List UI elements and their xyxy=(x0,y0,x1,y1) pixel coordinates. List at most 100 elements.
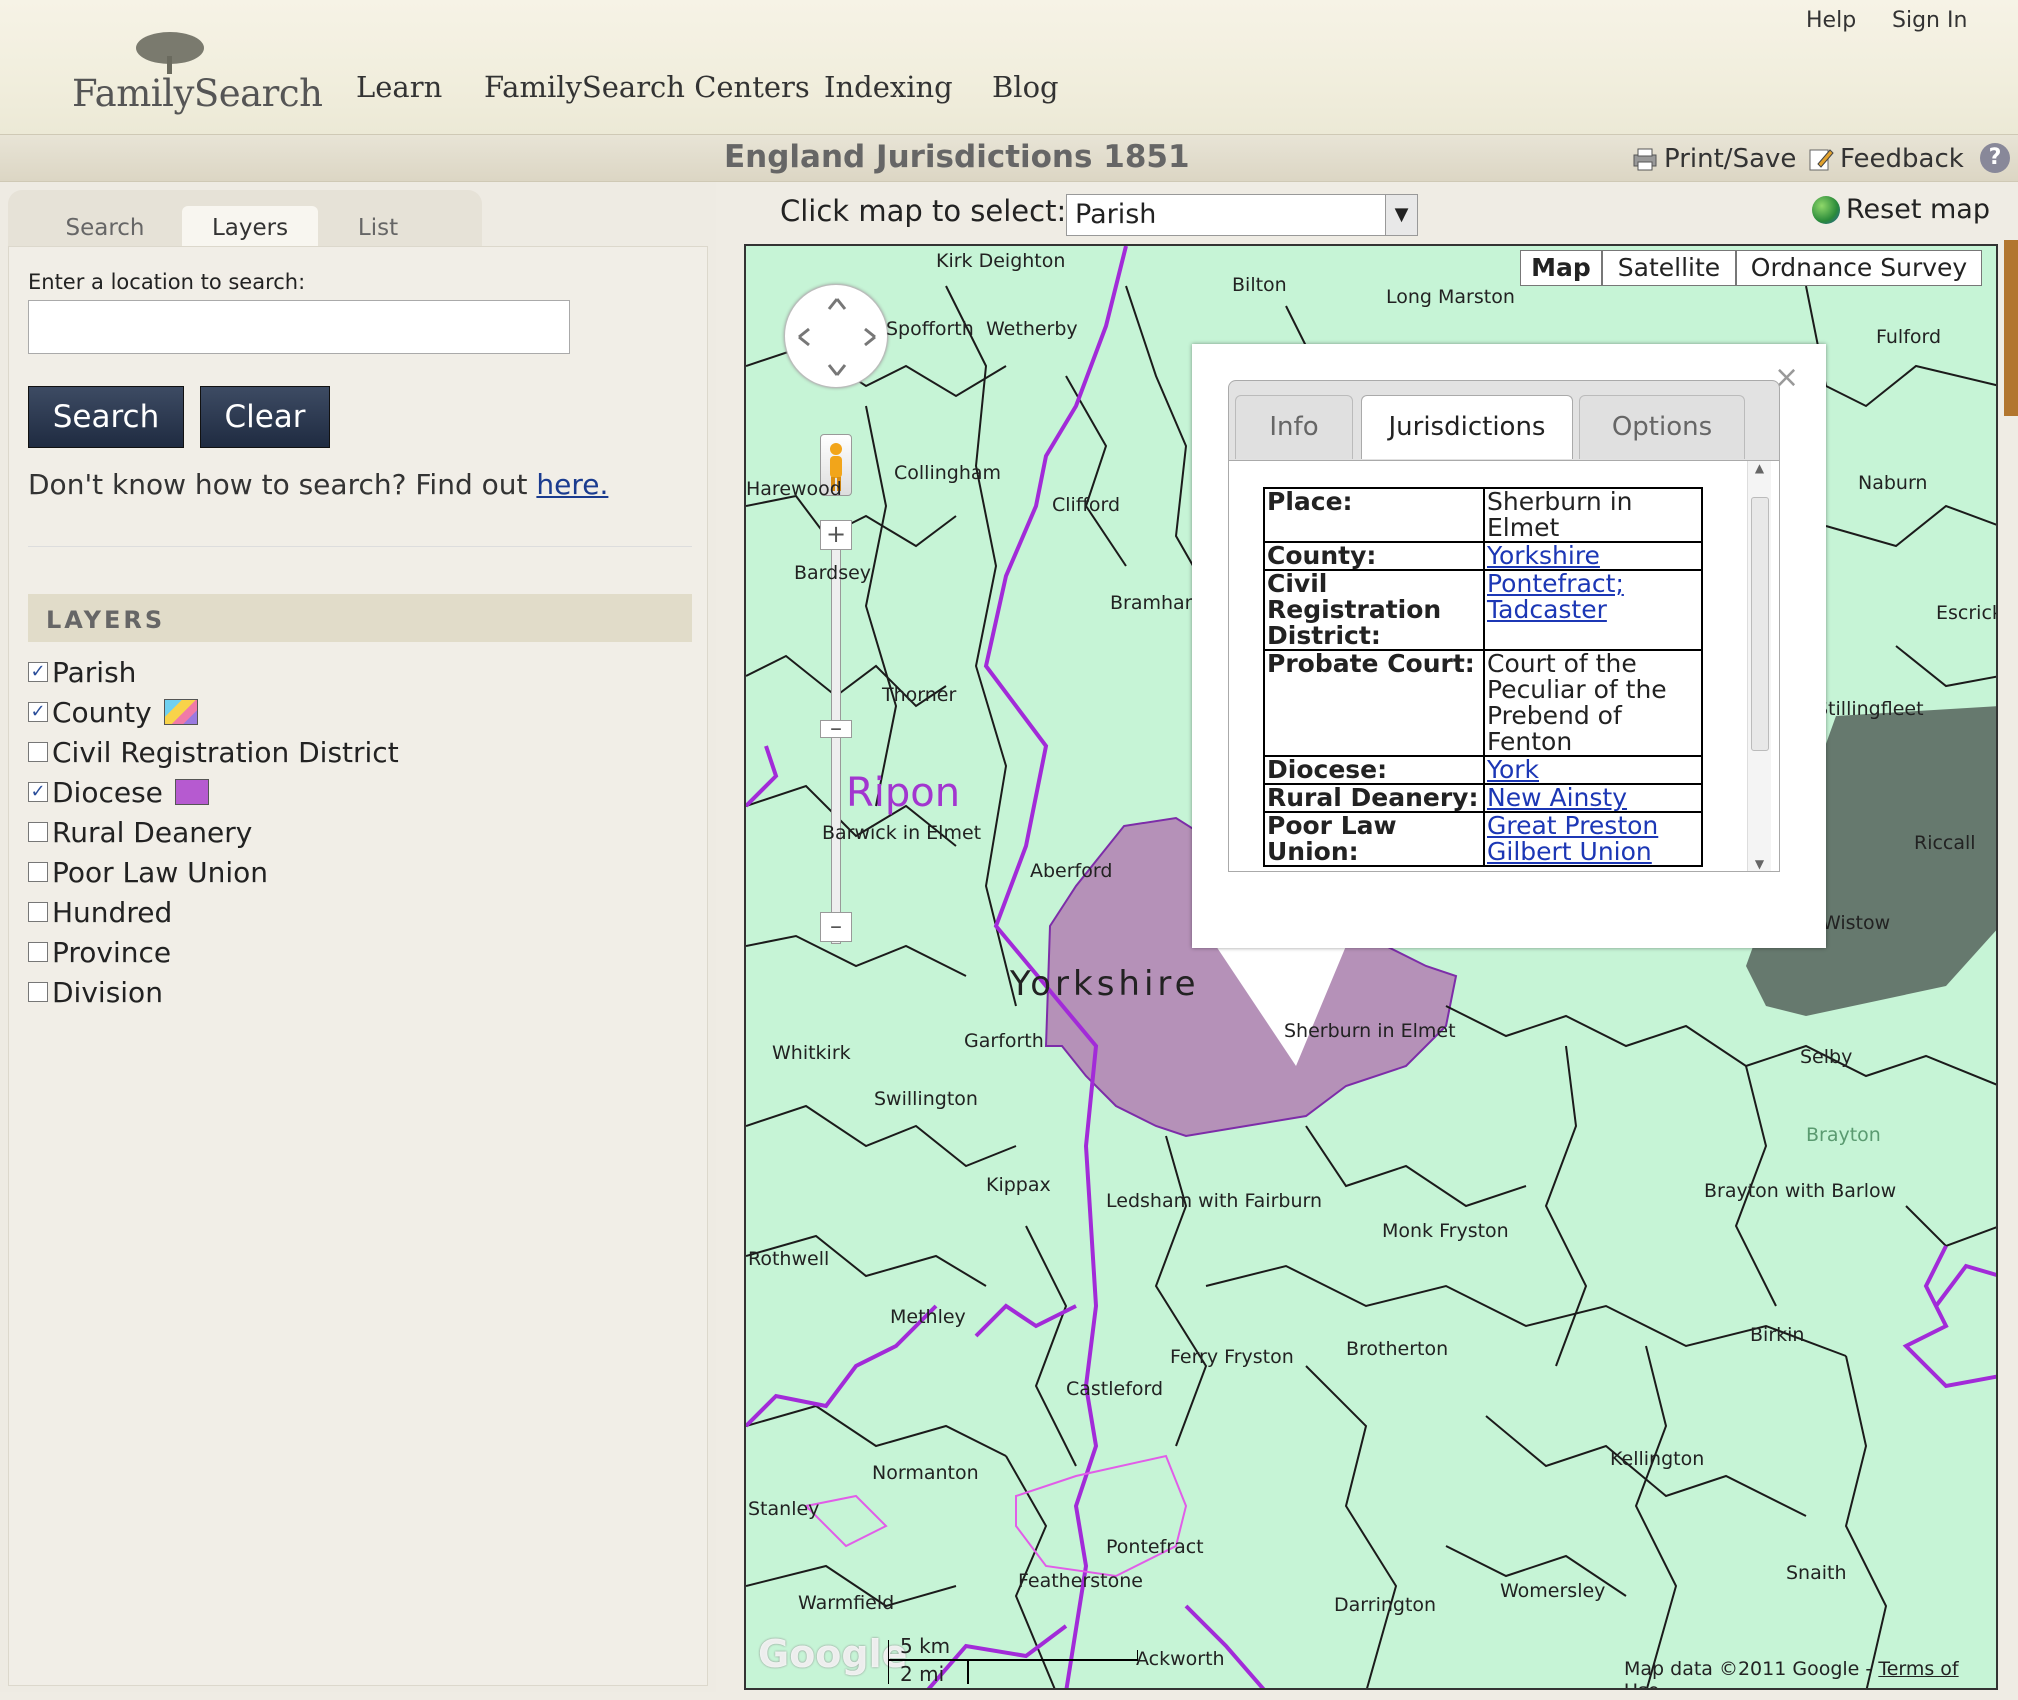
layer-hundred[interactable]: Hundred xyxy=(28,894,172,930)
division-checkbox[interactable] xyxy=(28,982,48,1002)
place-label: Escrick xyxy=(1936,602,1998,624)
scroll-up-icon[interactable]: ▲ xyxy=(1748,461,1771,475)
county-checkbox[interactable]: ✓ xyxy=(28,702,48,722)
place-label: Brayton xyxy=(1806,1124,1881,1146)
rural-deanery-checkbox[interactable] xyxy=(28,822,48,842)
map-type-map[interactable]: Map xyxy=(1520,250,1602,286)
province-checkbox[interactable] xyxy=(28,942,48,962)
row-value: Court of the Peculiar of the Prebend of … xyxy=(1483,649,1703,757)
logo-text: FamilySearch xyxy=(72,72,323,115)
rural-deanery-link[interactable]: New Ainsty xyxy=(1487,783,1627,812)
help-link[interactable]: Help xyxy=(1806,8,1856,33)
county-swatch xyxy=(163,699,198,725)
scrollbar-thumb[interactable] xyxy=(1751,497,1769,751)
tab-options[interactable]: Options xyxy=(1579,395,1745,459)
place-label: Rothwell xyxy=(748,1248,830,1270)
tab-layers[interactable]: Layers xyxy=(182,206,318,250)
scale-km: 5 km xyxy=(900,1634,951,1658)
nav-indexing[interactable]: Indexing xyxy=(824,70,953,104)
zoom-in-button[interactable]: + xyxy=(820,520,852,550)
layer-province[interactable]: Province xyxy=(28,934,171,970)
row-key: Rural Deanery: xyxy=(1263,783,1485,813)
map-type-satellite[interactable]: Satellite xyxy=(1602,250,1736,286)
layer-label: Poor Law Union xyxy=(52,855,269,889)
panel-tabs: Search Layers List xyxy=(8,190,482,250)
layer-rural-deanery[interactable]: Rural Deanery xyxy=(28,814,252,850)
reset-map-label: Reset map xyxy=(1846,194,1990,225)
layer-diocese[interactable]: ✓ Diocese xyxy=(28,774,209,810)
civil-registration-checkbox[interactable] xyxy=(28,742,48,762)
place-label: Warmfield xyxy=(798,1592,895,1614)
parish-checkbox[interactable]: ✓ xyxy=(28,662,48,682)
nav-learn[interactable]: Learn xyxy=(356,70,442,104)
place-label: Bilton xyxy=(1232,274,1287,296)
place-label: Stillingfleet xyxy=(1816,698,1924,720)
layer-label: County xyxy=(52,695,152,729)
diocese-checkbox[interactable]: ✓ xyxy=(28,782,48,802)
layer-civil-registration-district[interactable]: Civil Registration District xyxy=(28,734,399,770)
copyright-text: Map data ©2011 Google - xyxy=(1624,1658,1879,1680)
info-window-scrollbar[interactable]: ▲ ▼ xyxy=(1747,461,1771,871)
layer-label: Diocese xyxy=(52,775,163,809)
globe-icon xyxy=(1812,195,1840,224)
place-label: Brayton with Barlow xyxy=(1704,1180,1897,1202)
place-label: Methley xyxy=(890,1306,966,1328)
place-label: Collingham xyxy=(894,462,1002,484)
table-row: Place: Sherburn in Elmet xyxy=(1263,487,1703,543)
reset-map-button[interactable]: Reset map xyxy=(1812,194,1990,225)
print-save-label: Print/Save xyxy=(1664,144,1797,174)
place-label: Stanley xyxy=(748,1498,820,1520)
tree-icon xyxy=(136,32,204,74)
scroll-down-icon[interactable]: ▼ xyxy=(1748,857,1771,871)
familysearch-logo[interactable]: FamilySearch xyxy=(72,30,323,115)
feedback-button[interactable]: Feedback xyxy=(1808,144,1964,174)
place-label: Aberford xyxy=(1030,860,1113,882)
zoom-out-button[interactable]: – xyxy=(820,912,852,942)
zoom-slider-handle[interactable]: – xyxy=(820,716,852,740)
clear-button[interactable]: Clear xyxy=(200,386,330,448)
place-label: Wistow xyxy=(1822,912,1891,934)
page-scrollbar[interactable] xyxy=(2004,240,2018,416)
layer-label: Hundred xyxy=(52,895,173,929)
place-label: Fulford xyxy=(1876,326,1942,348)
tab-info[interactable]: Info xyxy=(1235,395,1353,459)
layer-county[interactable]: ✓ County xyxy=(28,694,198,730)
tab-search[interactable]: Search xyxy=(40,206,170,250)
nav-familysearch-centers[interactable]: FamilySearch Centers xyxy=(484,70,810,104)
county-label: Yorkshire xyxy=(1010,964,1200,1004)
place-label: Selby xyxy=(1800,1046,1853,1068)
click-map-label: Click map to select: xyxy=(780,194,1067,228)
place-label: Bardsey xyxy=(794,562,872,584)
question-icon[interactable]: ? xyxy=(1980,143,2010,173)
chevron-down-icon[interactable]: ▼ xyxy=(1385,195,1417,235)
tab-jurisdictions[interactable]: Jurisdictions xyxy=(1361,395,1573,459)
row-key: Place: xyxy=(1263,487,1485,543)
poor-law-union-checkbox[interactable] xyxy=(28,862,48,882)
county-link[interactable]: Yorkshire xyxy=(1487,541,1600,570)
pan-control[interactable] xyxy=(784,284,888,388)
layer-poor-law-union[interactable]: Poor Law Union xyxy=(28,854,268,890)
tab-list[interactable]: List xyxy=(318,206,438,250)
print-save-button[interactable]: Print/Save xyxy=(1632,144,1796,174)
hundred-checkbox[interactable] xyxy=(28,902,48,922)
google-logo: Google xyxy=(758,1632,908,1676)
diocese-link[interactable]: York xyxy=(1487,755,1539,784)
poor-law-union-link[interactable]: Great Preston Gilbert Union xyxy=(1487,811,1658,866)
help-here-link[interactable]: here. xyxy=(536,468,608,501)
search-input[interactable] xyxy=(28,300,570,354)
place-label: Spofforth xyxy=(886,318,974,340)
sign-in-link[interactable]: Sign In xyxy=(1892,8,1967,33)
map-type-ordnance-survey[interactable]: Ordnance Survey xyxy=(1736,250,1982,286)
layer-label: Civil Registration District xyxy=(52,735,399,769)
layer-parish[interactable]: ✓ Parish xyxy=(28,654,136,690)
place-label: Whitkirk xyxy=(772,1042,851,1064)
place-label: Snaith xyxy=(1786,1562,1847,1584)
layer-division[interactable]: Division xyxy=(28,974,163,1010)
place-label: Ferry Fryston xyxy=(1170,1346,1294,1368)
place-label: Barwick in Elmet xyxy=(822,822,982,844)
info-window: × Info Jurisdictions Options Place: Sherb… xyxy=(1192,344,1826,948)
search-button[interactable]: Search xyxy=(28,386,184,448)
nav-blog[interactable]: Blog xyxy=(992,70,1059,104)
select-layer-dropdown[interactable]: Parish ▼ xyxy=(1066,194,1418,236)
civil-registration-link[interactable]: Pontefract; Tadcaster xyxy=(1487,569,1624,624)
